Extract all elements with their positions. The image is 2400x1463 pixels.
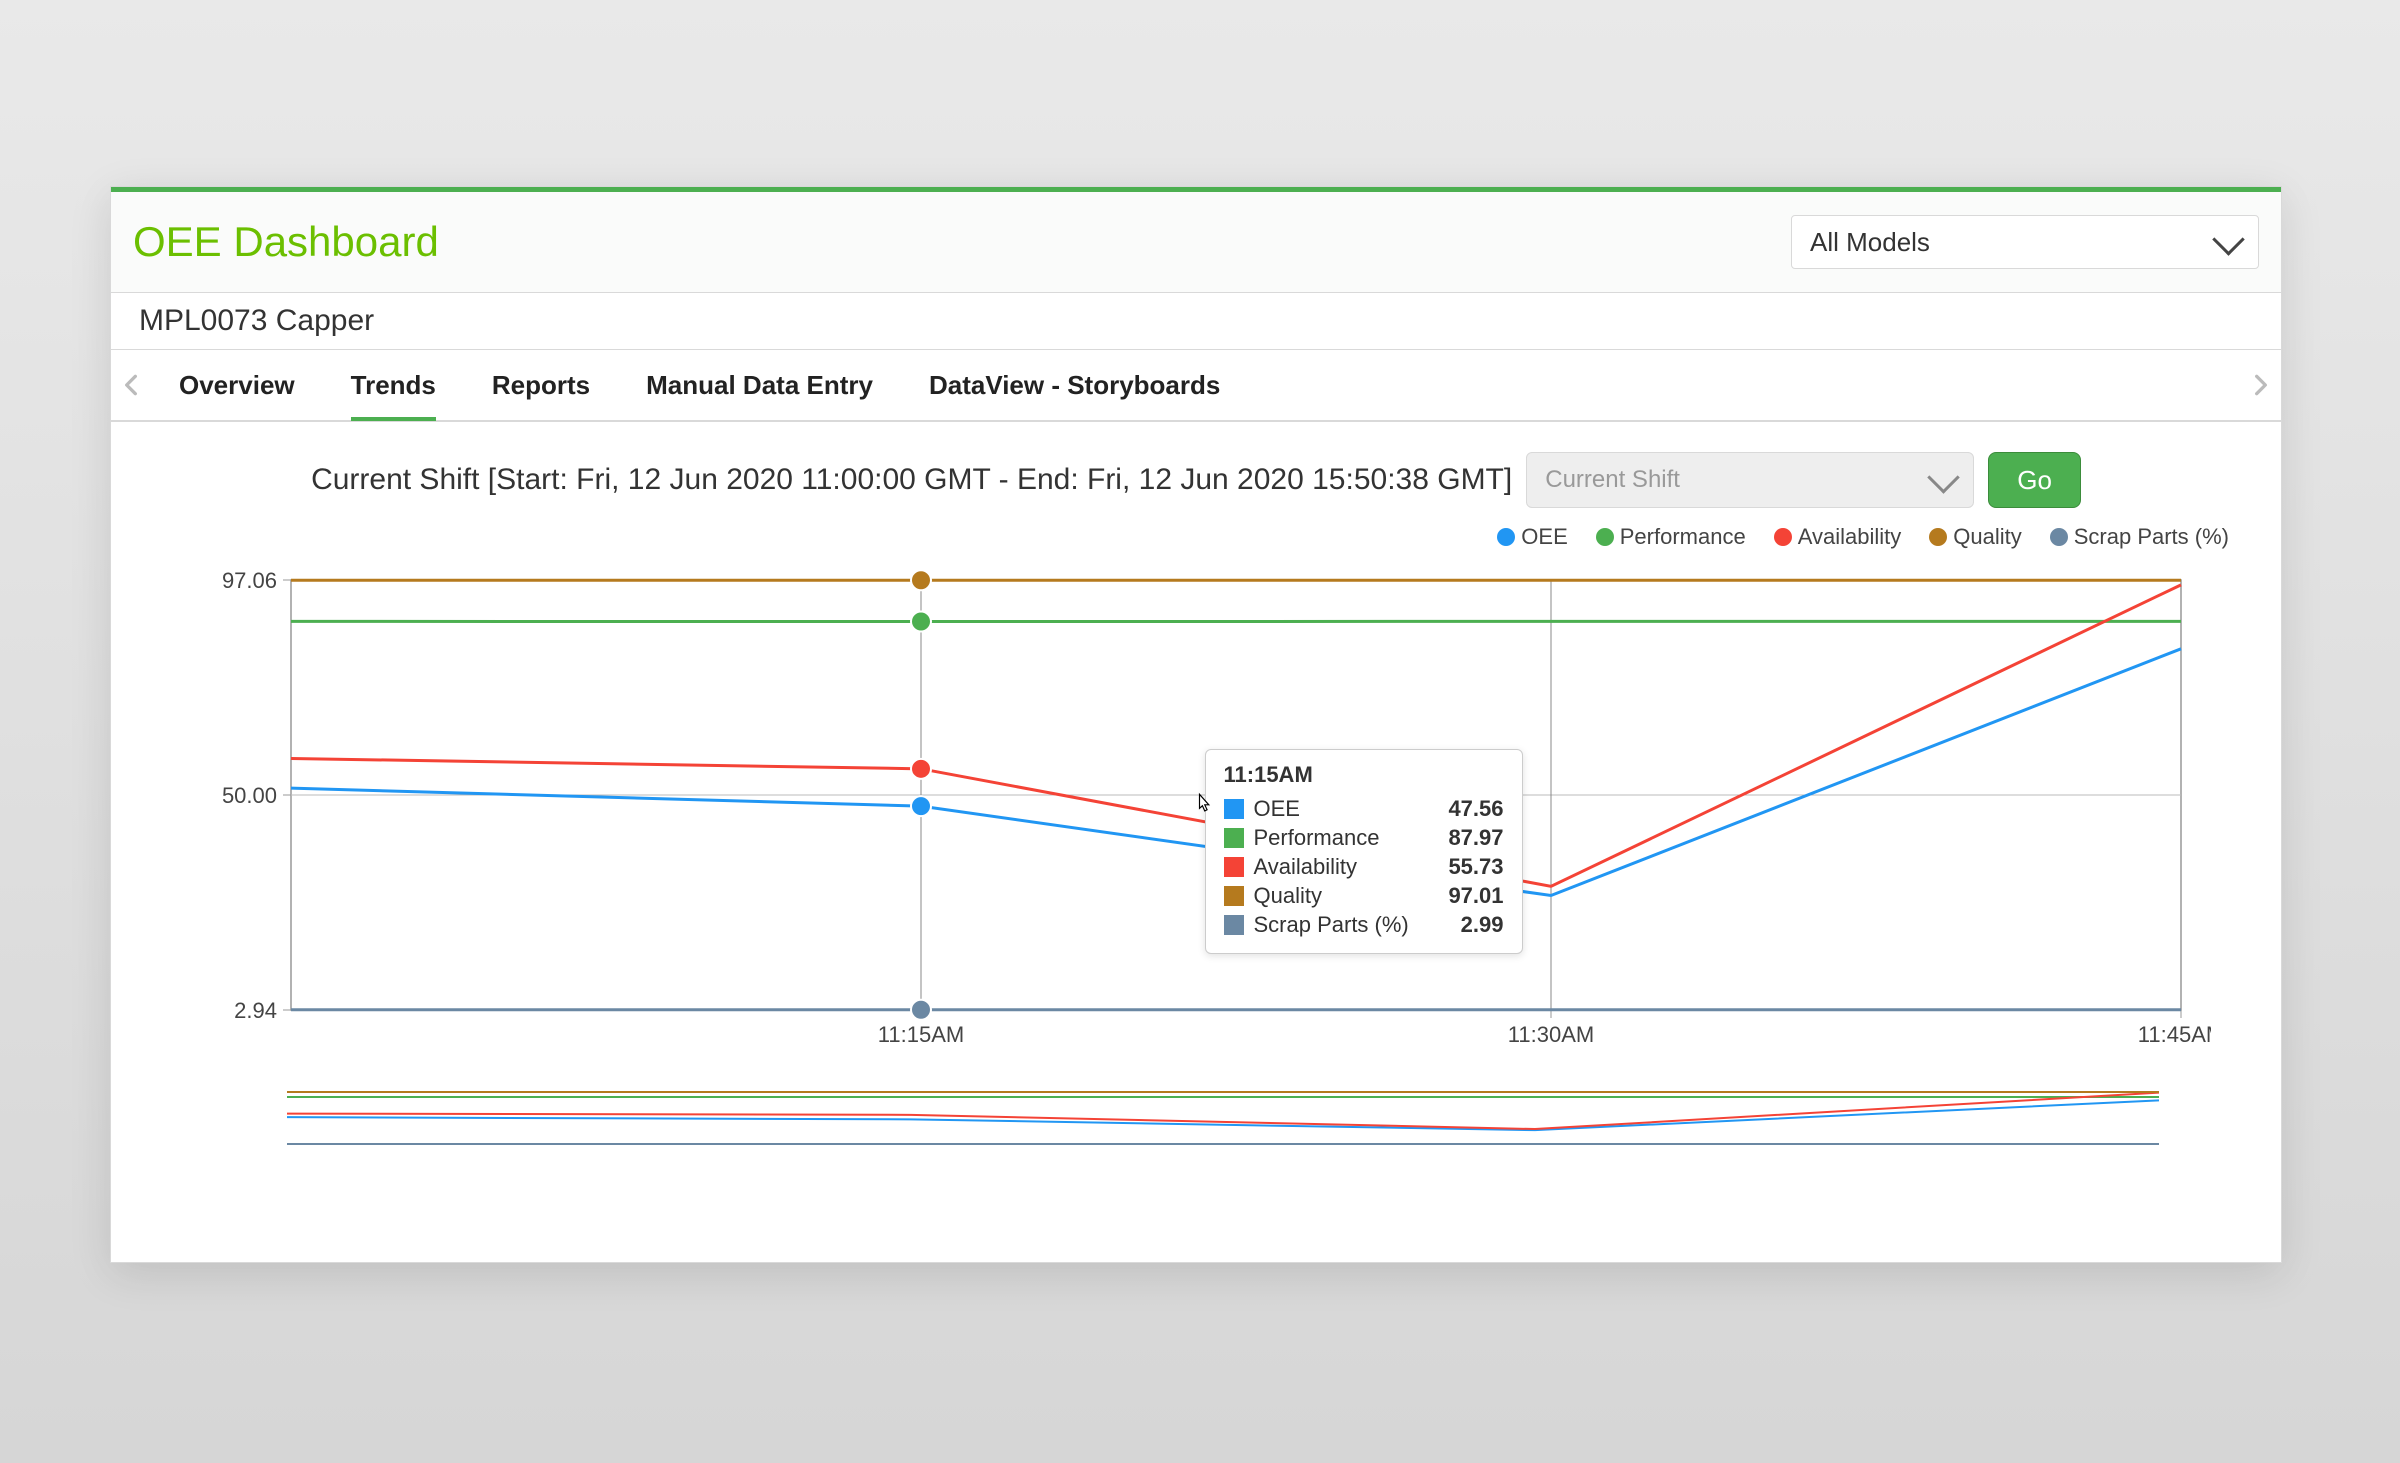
- model-select-value: All Models: [1810, 227, 1930, 258]
- tooltip-label: Scrap Parts (%): [1254, 912, 1420, 938]
- legend-dot-icon: [1596, 528, 1614, 546]
- legend-item-availability[interactable]: Availability: [1774, 524, 1902, 550]
- trend-chart[interactable]: 2.94 50.00 97.06 11:15AM 11:30AM 11:45AM: [151, 570, 2211, 1070]
- tabs-scroll-left[interactable]: [111, 351, 151, 419]
- chart-wrap: 2.94 50.00 97.06 11:15AM 11:30AM 11:45AM 11:1…: [151, 570, 2241, 1070]
- legend-item-quality[interactable]: Quality: [1929, 524, 2021, 550]
- tooltip-row: OEE 47.56: [1224, 796, 1504, 822]
- svg-text:2.94: 2.94: [234, 998, 277, 1023]
- tooltip-label: Availability: [1254, 854, 1420, 880]
- chart-tooltip: 11:15AM OEE 47.56 Performance 87.97 Availabi…: [1205, 749, 1523, 954]
- tabs-scroll-right[interactable]: [2241, 351, 2281, 419]
- legend-dot-icon: [2050, 528, 2068, 546]
- tab-reports[interactable]: Reports: [492, 352, 590, 419]
- legend-dot-icon: [1774, 528, 1792, 546]
- chevron-down-icon: [2212, 223, 2245, 256]
- tooltip-value: 47.56: [1430, 796, 1504, 822]
- model-select[interactable]: All Models: [1791, 215, 2259, 269]
- tooltip-value: 55.73: [1430, 854, 1504, 880]
- legend-dot-icon: [1497, 528, 1515, 546]
- chevron-down-icon: [1927, 461, 1960, 494]
- legend-item-oee[interactable]: OEE: [1497, 524, 1567, 550]
- cursor-pointer-icon: [1189, 792, 1217, 825]
- svg-text:11:15AM: 11:15AM: [878, 1022, 964, 1047]
- tab-manual-data-entry[interactable]: Manual Data Entry: [646, 352, 873, 419]
- series-color-icon: [1224, 886, 1244, 906]
- svg-text:11:30AM: 11:30AM: [1508, 1022, 1594, 1047]
- svg-text:50.00: 50.00: [222, 783, 277, 808]
- tab-overview[interactable]: Overview: [179, 352, 295, 419]
- legend-item-scrap-parts-[interactable]: Scrap Parts (%): [2050, 524, 2229, 550]
- tooltip-value: 87.97: [1430, 825, 1504, 851]
- go-button[interactable]: Go: [1988, 452, 2081, 508]
- tooltip-value: 2.99: [1430, 912, 1504, 938]
- shift-select[interactable]: Current Shift: [1526, 452, 1974, 508]
- tab-dataview-storyboards[interactable]: DataView - Storyboards: [929, 352, 1220, 419]
- shift-select-placeholder: Current Shift: [1545, 466, 1680, 494]
- dashboard-panel: OEE Dashboard All Models MPL0073 Capper …: [110, 186, 2282, 1263]
- mini-chart[interactable]: [283, 1088, 2163, 1148]
- chart-legend: OEE Performance Availability Quality Scrap P…: [111, 524, 2229, 550]
- header-bar: OEE Dashboard All Models: [111, 187, 2281, 293]
- shift-row: Current Shift [Start: Fri, 12 Jun 2020 1…: [111, 422, 2281, 514]
- tabs: Overview Trends Reports Manual Data Entry Da…: [151, 352, 1220, 419]
- tooltip-row: Scrap Parts (%) 2.99: [1224, 912, 1504, 938]
- tooltip-row: Quality 97.01: [1224, 883, 1504, 909]
- mini-overview: [283, 1088, 2233, 1148]
- tooltip-label: OEE: [1254, 796, 1420, 822]
- series-color-icon: [1224, 799, 1244, 819]
- tooltip-label: Performance: [1254, 825, 1420, 851]
- series-color-icon: [1224, 857, 1244, 877]
- svg-text:11:45AM: 11:45AM: [2138, 1022, 2211, 1047]
- legend-item-performance[interactable]: Performance: [1596, 524, 1746, 550]
- page-title: OEE Dashboard: [133, 218, 439, 266]
- tooltip-row: Availability 55.73: [1224, 854, 1504, 880]
- tabs-row: Overview Trends Reports Manual Data Entry Da…: [111, 350, 2281, 422]
- equipment-subtitle: MPL0073 Capper: [111, 293, 2281, 350]
- tooltip-value: 97.01: [1430, 883, 1504, 909]
- tooltip-row: Performance 87.97: [1224, 825, 1504, 851]
- svg-text:97.06: 97.06: [222, 570, 277, 593]
- series-color-icon: [1224, 828, 1244, 848]
- legend-dot-icon: [1929, 528, 1947, 546]
- tooltip-label: Quality: [1254, 883, 1420, 909]
- series-color-icon: [1224, 915, 1244, 935]
- tab-trends[interactable]: Trends: [351, 352, 436, 419]
- shift-label: Current Shift [Start: Fri, 12 Jun 2020 1…: [311, 463, 1512, 497]
- tooltip-title: 11:15AM: [1224, 762, 1504, 788]
